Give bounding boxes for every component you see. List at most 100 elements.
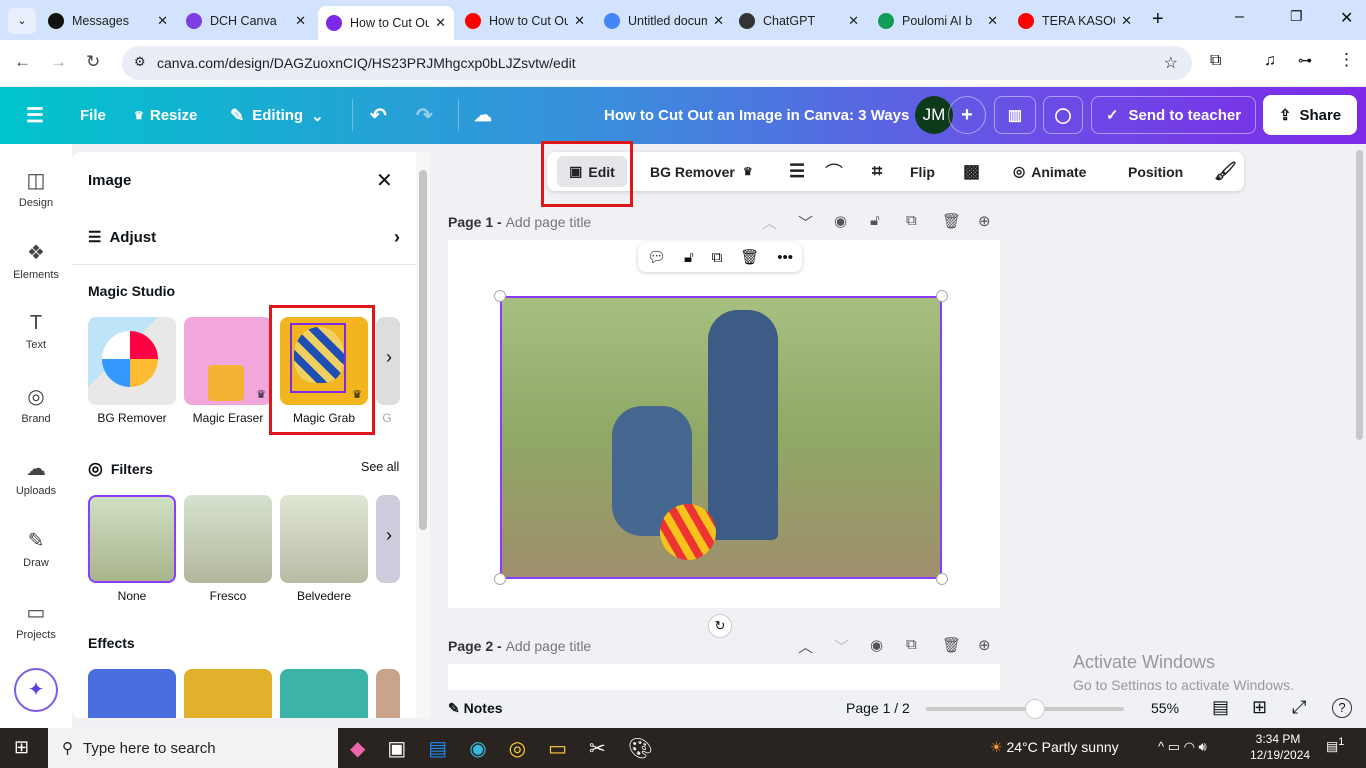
copilot-icon[interactable]: ◆ [350,736,365,761]
effect-tile[interactable] [376,669,400,718]
browser-tab[interactable]: TERA KASOO ✕ [1010,6,1140,36]
close-tab-icon[interactable]: ✕ [435,15,446,31]
close-tab-icon[interactable]: ✕ [295,13,306,29]
url-input[interactable]: canva.com/design/DAGZuoxnCIQ/HS23PRJMhgc… [122,46,1192,80]
page-title-input[interactable]: Add page title [506,638,592,654]
duplicate-icon[interactable]: ⧉ [712,249,723,266]
browser-tab[interactable]: How to Cut Out ✕ [318,6,454,40]
editing-mode-button[interactable]: ✎ Editing ⌄ [230,87,324,144]
resize-handle[interactable] [494,573,506,585]
paint-icon[interactable]: 🎨︎ [628,736,653,761]
browser-tab[interactable]: How to Cut Out ✕ [457,6,593,36]
bg-remover-tile[interactable] [88,317,176,405]
page-title-input[interactable]: Add page title [506,214,592,230]
filter-none-tile[interactable] [88,495,176,583]
cloud-saved-icon[interactable]: ☁ [474,87,492,144]
system-tray-icons[interactable]: ^ ▭ ◠ 🔊︎ [1158,739,1207,755]
border-style-icon[interactable]: ☰ [789,152,805,191]
resize-handle[interactable] [936,573,948,585]
close-tab-icon[interactable]: ✕ [157,13,168,29]
chevron-down-icon[interactable]: ﹀ [834,636,849,657]
maximize-button[interactable]: ❐ [1290,8,1303,25]
flip-button[interactable]: Flip [910,152,935,191]
browser-tab[interactable]: DCH Canva ✕ [178,6,314,36]
file-explorer-icon[interactable]: ▭ [548,736,567,761]
undo-icon[interactable]: ↶ [370,87,387,144]
filter-fresco-tile[interactable] [184,495,272,583]
browser-tab[interactable]: ChatGPT ✕ [731,6,867,36]
resize-button[interactable]: ♛ Resize [134,87,197,144]
resize-handle[interactable] [936,290,948,302]
close-window-button[interactable]: ✕ [1340,8,1353,28]
store-icon[interactable]: ▣ [387,736,406,761]
lock-icon[interactable]: 🔓︎ [870,212,880,229]
effect-tile[interactable] [88,669,176,718]
browser-tab[interactable]: Untitled document ✕ [596,6,732,36]
grid-view-icon[interactable]: ⊞ [1252,697,1267,718]
menu-icon[interactable]: ⋮ [1338,50,1355,70]
hide-page-icon[interactable]: ◉ [870,636,883,654]
page-2-canvas[interactable] [448,664,1000,690]
selection-frame[interactable] [500,296,942,579]
hamburger-menu-icon[interactable]: ☰ [26,87,44,144]
taskbar-search-input[interactable]: ⚲ Type here to search [48,728,338,768]
canvas-scrollbar[interactable] [1356,150,1363,440]
outlook-icon[interactable]: ▤ [428,736,447,761]
lock-icon[interactable]: 🔓︎ [684,249,694,266]
delete-icon[interactable]: 🗑︎ [740,248,759,266]
effect-tile[interactable] [184,669,272,718]
adjust-row[interactable]: ☰ Adjust › [88,224,400,250]
back-icon[interactable]: ← [14,52,31,72]
page-view-icon[interactable]: ▤ [1212,697,1229,718]
close-tab-icon[interactable]: ✕ [713,13,724,29]
media-icon[interactable]: ♫ [1264,52,1276,70]
notes-button[interactable]: ✎ Notes [448,700,503,717]
close-tab-icon[interactable]: ✕ [574,13,585,29]
panel-scrollbar[interactable] [416,152,430,718]
crop-icon[interactable]: ⌗ [872,152,882,191]
see-all-link[interactable]: See all [361,460,399,474]
rail-item-elements[interactable]: ❖ Elements [0,240,72,281]
rotate-handle-icon[interactable]: ↻ [708,614,732,638]
delete-page-icon[interactable]: 🗑︎ [942,212,961,230]
rail-item-brand[interactable]: ◎ Brand [0,384,72,425]
more-magic-tile[interactable]: › [376,317,400,405]
chevron-up-icon[interactable]: ︿ [762,212,777,233]
resize-handle[interactable] [494,290,506,302]
hide-page-icon[interactable]: ◉ [834,212,847,230]
magic-eraser-tile[interactable]: ♛ [184,317,272,405]
windows-start-icon[interactable]: ⊞ [14,737,29,758]
effect-tile[interactable] [280,669,368,718]
animate-button[interactable]: ◎ Animate [1013,152,1086,191]
tab-search-button[interactable]: ⌄ [8,8,36,34]
chevron-right-icon[interactable]: › [386,525,392,546]
transparency-icon[interactable]: ▩ [963,152,980,191]
browser-tab[interactable]: Messages ✕ [40,6,176,36]
magic-assistant-icon[interactable]: ✦ [14,668,58,712]
file-menu[interactable]: File [80,87,106,144]
insights-icon[interactable]: ▥ [994,96,1036,134]
share-button[interactable]: ⇪ Share [1263,95,1357,135]
add-page-icon[interactable]: ⊕ [978,636,991,654]
chevron-up-icon[interactable]: ︿ [798,636,813,657]
profile-icon[interactable]: ⊶ [1298,52,1312,69]
chrome-icon[interactable]: ◎ [509,736,526,761]
add-collaborator-button[interactable]: + [948,96,986,134]
delete-page-icon[interactable]: 🗑︎ [942,636,961,654]
filter-belvedere-tile[interactable] [280,495,368,583]
zoom-level[interactable]: 55% [1151,700,1179,716]
minimize-button[interactable]: – [1235,8,1244,26]
clock[interactable]: 3:34 PM 12/19/2024 [1250,732,1310,762]
more-filters-tile[interactable]: › [376,495,400,583]
design-title[interactable]: How to Cut Out an Image in Canva: 3 Ways [604,87,909,144]
close-tab-icon[interactable]: ✕ [1121,13,1132,29]
position-button[interactable]: Position [1128,152,1183,191]
chevron-right-icon[interactable]: › [386,347,392,368]
close-tab-icon[interactable]: ✕ [987,13,998,29]
reload-icon[interactable]: ↻ [86,52,100,72]
comment-add-icon[interactable]: 💬︎ [647,248,666,266]
corner-rounding-icon[interactable]: ⌒ [825,152,843,191]
help-icon[interactable]: ? [1332,698,1352,718]
rail-item-projects[interactable]: ▭ Projects [0,600,72,641]
bookmark-star-icon[interactable]: ☆ [1164,53,1178,73]
